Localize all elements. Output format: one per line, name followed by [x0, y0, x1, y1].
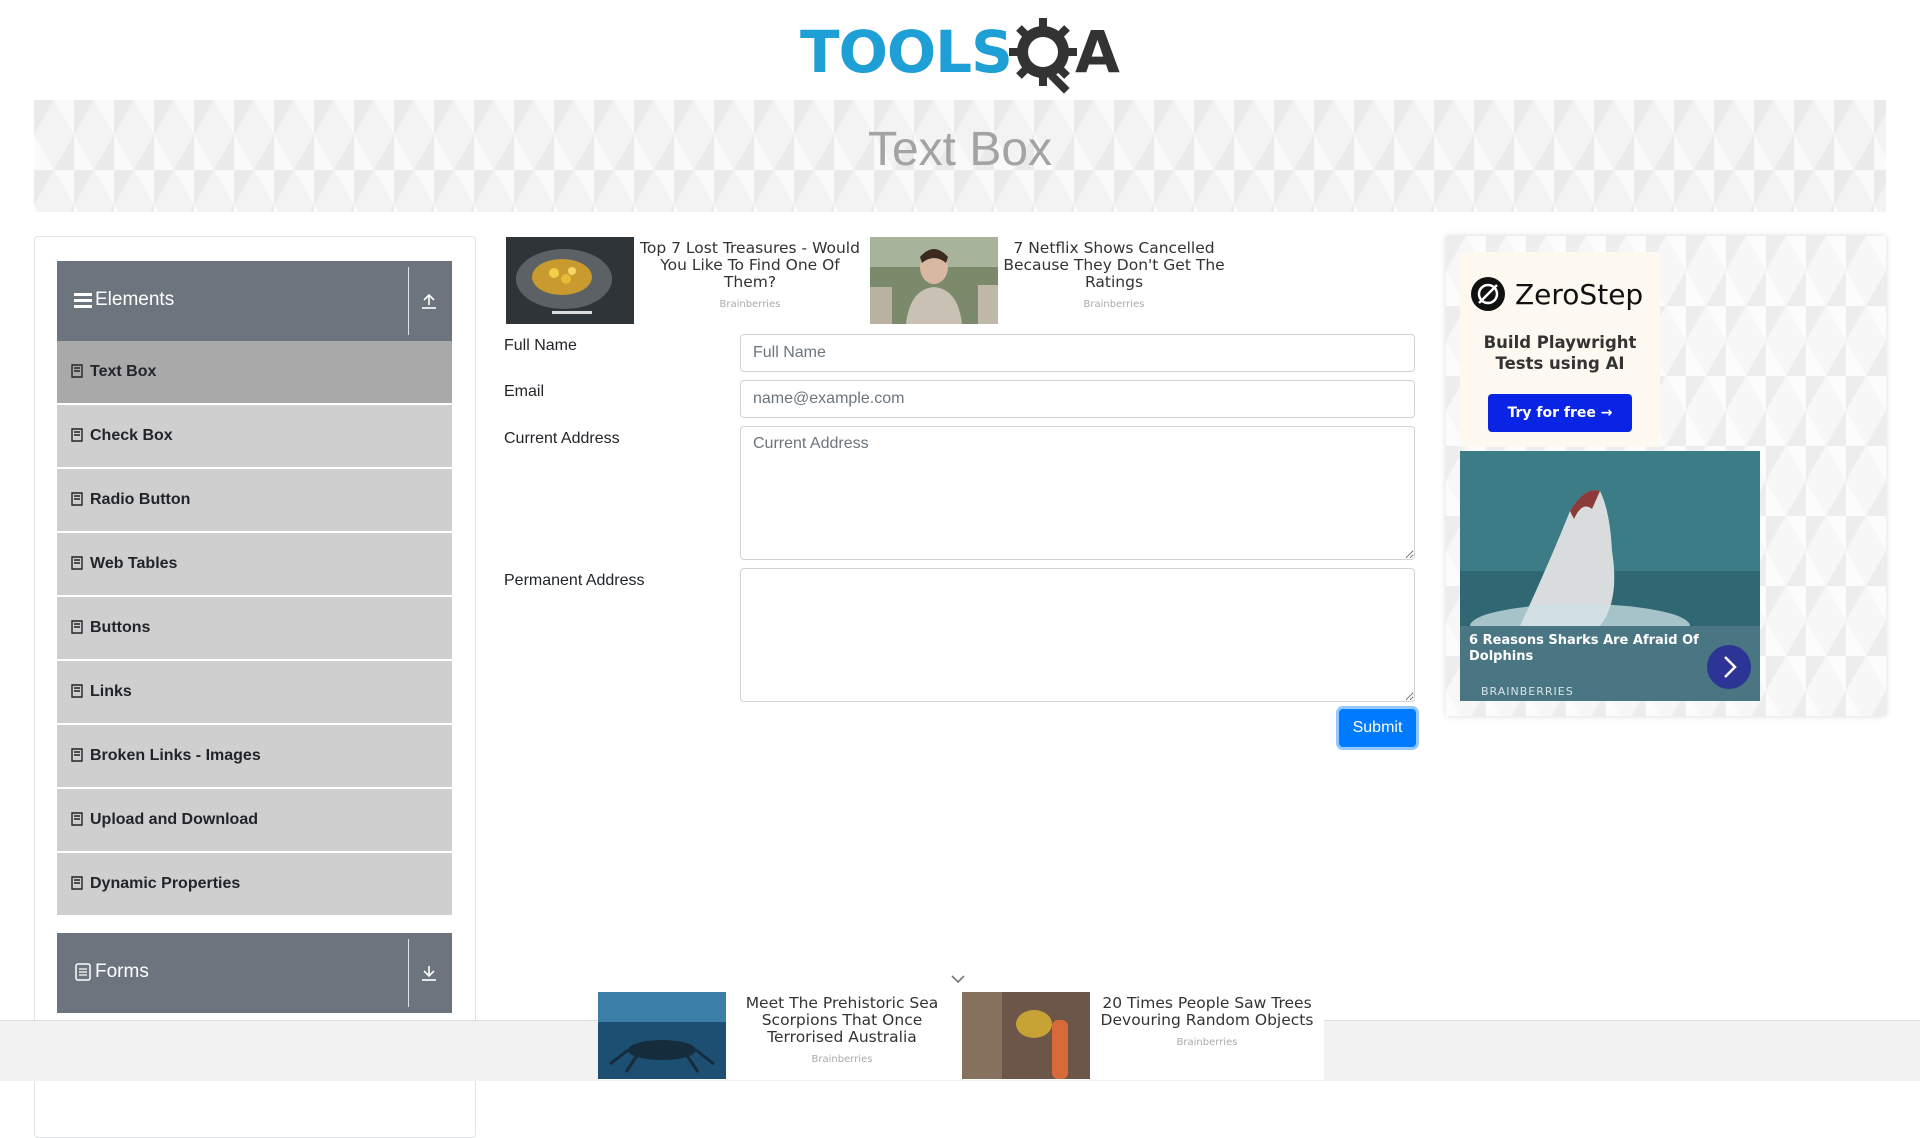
group-label-forms: Forms [95, 961, 149, 982]
menu-item-radio-button[interactable]: Radio Button [57, 469, 452, 531]
permanent-address-textarea[interactable] [740, 568, 1415, 702]
chevron-right-icon [1724, 656, 1737, 678]
group-label-elements: Elements [95, 289, 175, 310]
document-icon [75, 963, 91, 981]
elements-menu: Text Box Check Box Radio Button Web Tabl… [57, 341, 452, 917]
ad-source: Brainberries [719, 299, 781, 310]
zerostep-brand: ZeroStep [1515, 278, 1644, 311]
ad-source: Brainberries [1083, 299, 1145, 310]
zerostep-ad[interactable]: ZeroStep Build Playwright Tests using AI… [1460, 252, 1660, 447]
ad-title: Top 7 Lost Treasures - Would You Like To… [640, 239, 860, 291]
logo-tools-text: TOOLS [800, 18, 1013, 86]
bottom-ads: Meet The Prehistoric Sea Scorpions That … [598, 990, 1324, 1080]
menu-item-text-box[interactable]: Text Box [57, 341, 452, 403]
collapse-up-icon[interactable] [419, 291, 439, 311]
page-title: Text Box [867, 123, 1053, 176]
next-arrow-button[interactable] [1707, 645, 1751, 689]
menu-item-label: Text Box [90, 363, 157, 380]
ad-title: Meet The Prehistoric Sea Scorpions That … [745, 994, 939, 1046]
hamburger-icon [74, 293, 92, 308]
menu-item-check-box[interactable]: Check Box [57, 405, 452, 467]
book-icon [71, 492, 83, 506]
menu-item-label: Radio Button [90, 491, 191, 508]
submit-button[interactable]: Submit [1339, 709, 1416, 747]
shark-story-ad[interactable]: 6 Reasons Sharks Are Afraid Of Dolphins … [1460, 451, 1760, 701]
full-name-label: Full Name [504, 337, 577, 354]
book-icon [71, 876, 83, 890]
expand-down-icon[interactable] [419, 963, 439, 983]
menu-item-label: Buttons [90, 619, 151, 636]
divider [408, 267, 409, 335]
book-icon [71, 364, 83, 378]
sidebar: Elements Text Box Check Box Radio Button… [34, 236, 476, 1138]
permanent-address-label: Permanent Address [504, 572, 645, 589]
ad-card-lost-treasures[interactable]: Top 7 Lost Treasures - Would You Like To… [506, 237, 866, 327]
full-name-input[interactable] [740, 334, 1415, 372]
group-header-elements[interactable]: Elements [57, 261, 452, 341]
menu-item-dynamic-properties[interactable]: Dynamic Properties [57, 853, 452, 915]
menu-item-label: Upload and Download [90, 811, 258, 828]
menu-item-upload-and-download[interactable]: Upload and Download [57, 789, 452, 851]
book-icon [71, 428, 83, 442]
menu-item-broken-links-images[interactable]: Broken Links - Images [57, 725, 452, 787]
toolsqa-logo[interactable]: TOOLS A [800, 14, 1124, 94]
menu-item-buttons[interactable]: Buttons [57, 597, 452, 659]
ad-card-sea-scorpions[interactable]: Meet The Prehistoric Sea Scorpions That … [598, 992, 958, 1080]
zerostep-logo-icon [1471, 277, 1505, 311]
ad-source: Brainberries [811, 1054, 873, 1065]
ad-source: Brainberries [1176, 1037, 1238, 1048]
treasure-thumbnail [506, 237, 634, 324]
chevron-down-icon[interactable] [950, 973, 966, 985]
book-icon [71, 556, 83, 570]
current-address-textarea[interactable] [740, 426, 1415, 560]
group-header-forms[interactable]: Forms [57, 933, 452, 1013]
menu-item-label: Dynamic Properties [90, 875, 241, 892]
book-icon [71, 684, 83, 698]
zerostep-tagline: Build Playwright Tests using AI [1483, 333, 1637, 373]
menu-item-label: Web Tables [90, 555, 178, 572]
menu-item-label: Broken Links - Images [90, 747, 261, 764]
book-icon [71, 620, 83, 634]
divider [408, 939, 409, 1007]
menu-item-label: Check Box [90, 427, 173, 444]
book-icon [71, 812, 83, 826]
shark-story-source: BRAINBERRIES [1481, 685, 1574, 698]
sea-scorpion-thumbnail [598, 992, 726, 1079]
page-title-banner: Text Box [34, 100, 1886, 212]
ad-card-netflix-shows[interactable]: 7 Netflix Shows Cancelled Because They D… [870, 237, 1230, 327]
logo-a-text: A [1075, 18, 1120, 86]
try-for-free-button[interactable]: Try for free → [1488, 394, 1632, 432]
menu-item-web-tables[interactable]: Web Tables [57, 533, 452, 595]
book-icon [71, 748, 83, 762]
tree-thumbnail [962, 992, 1090, 1079]
ad-title: 7 Netflix Shows Cancelled Because They D… [1003, 239, 1225, 291]
email-label: Email [504, 383, 545, 400]
menu-item-label: Links [90, 683, 132, 700]
ad-card-trees-devouring[interactable]: 20 Times People Saw Trees Devouring Rand… [962, 992, 1324, 1080]
netflix-thumbnail [870, 237, 998, 324]
ad-title: 20 Times People Saw Trees Devouring Rand… [1100, 994, 1314, 1029]
current-address-label: Current Address [504, 430, 620, 447]
shark-story-title: 6 Reasons Sharks Are Afraid Of Dolphins [1469, 633, 1699, 664]
email-input[interactable] [740, 380, 1415, 418]
menu-item-links[interactable]: Links [57, 661, 452, 723]
